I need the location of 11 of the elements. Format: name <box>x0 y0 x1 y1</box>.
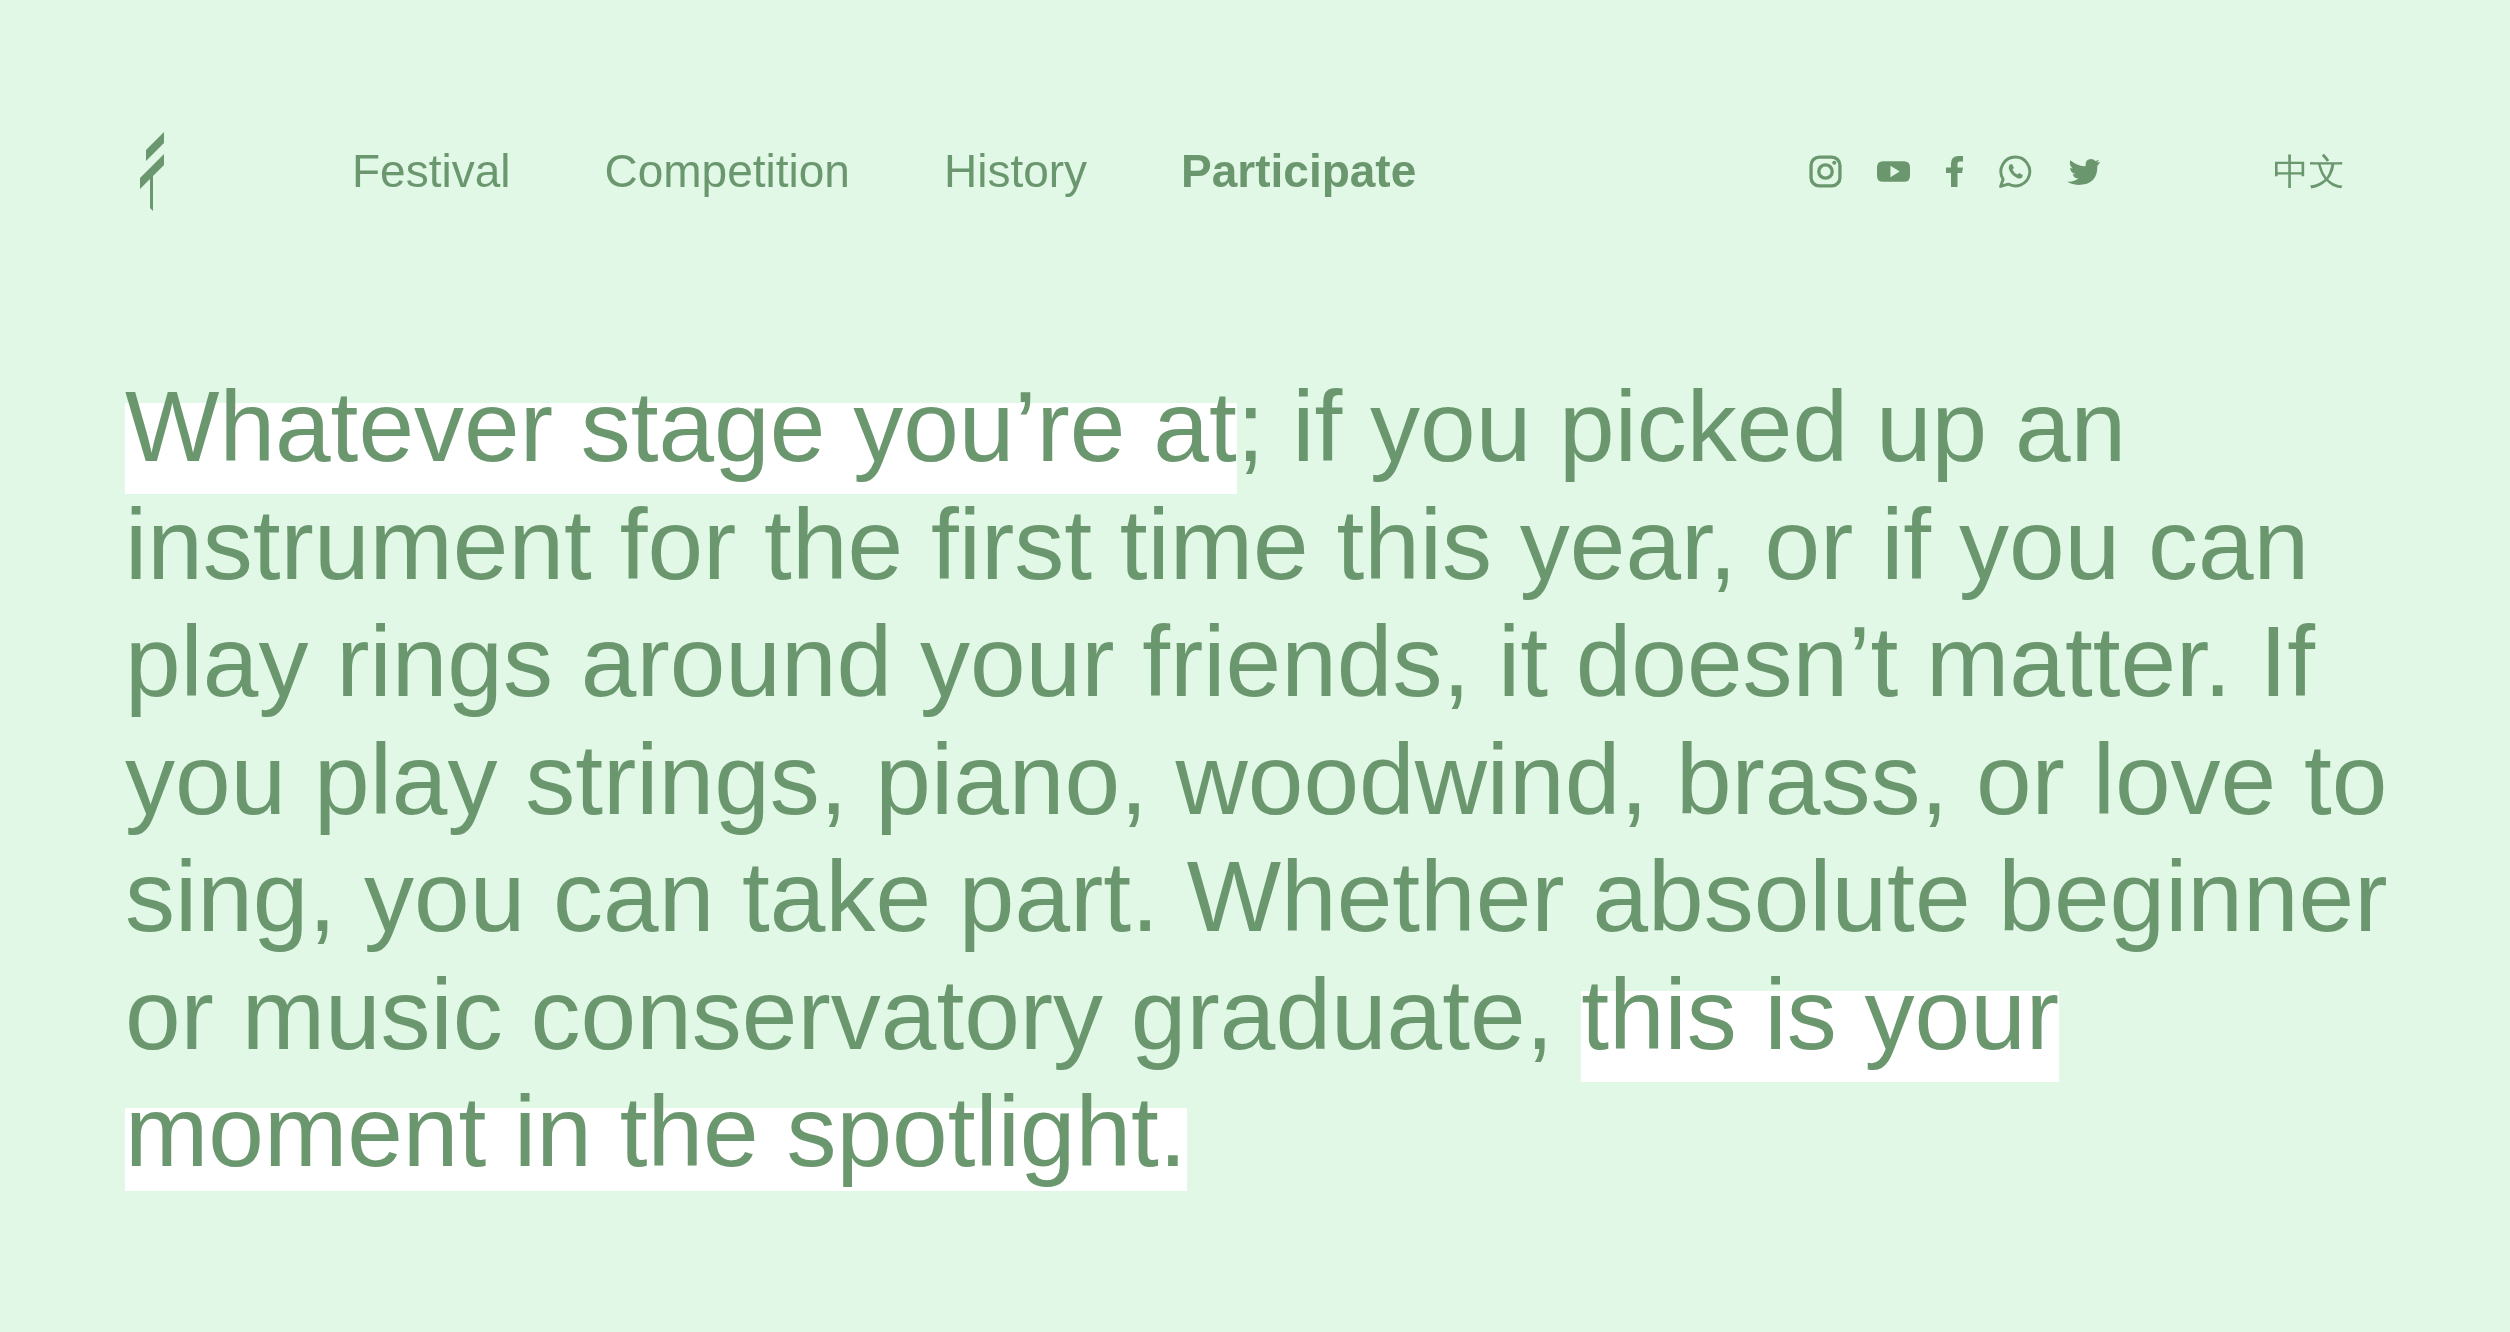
whatsapp-icon[interactable] <box>1999 155 2032 188</box>
instagram-icon[interactable] <box>1809 155 1842 188</box>
youtube-icon[interactable] <box>1877 161 1910 182</box>
nav-link[interactable]: History <box>943 143 1088 200</box>
nav-link[interactable]: Participate <box>1181 143 1417 200</box>
nav-link[interactable]: Festival <box>352 143 511 200</box>
twitter-icon[interactable] <box>2067 158 2100 185</box>
facebook-icon[interactable] <box>1945 156 1964 187</box>
intro-paragraph: Whatever stage you’re at; if you picked up an instrument for the first time this year, or if you can play rings around your friends, it doesn’t matter. If you play strings, piano, woodwind, brass, or love to sing, you can take part. Whether absolute beginner or music conservatory graduate, this is your moment in the spotlight. <box>125 368 2415 1191</box>
language-link[interactable]: 中文 <box>2273 149 2345 194</box>
nav-link[interactable]: Competition <box>604 143 850 200</box>
